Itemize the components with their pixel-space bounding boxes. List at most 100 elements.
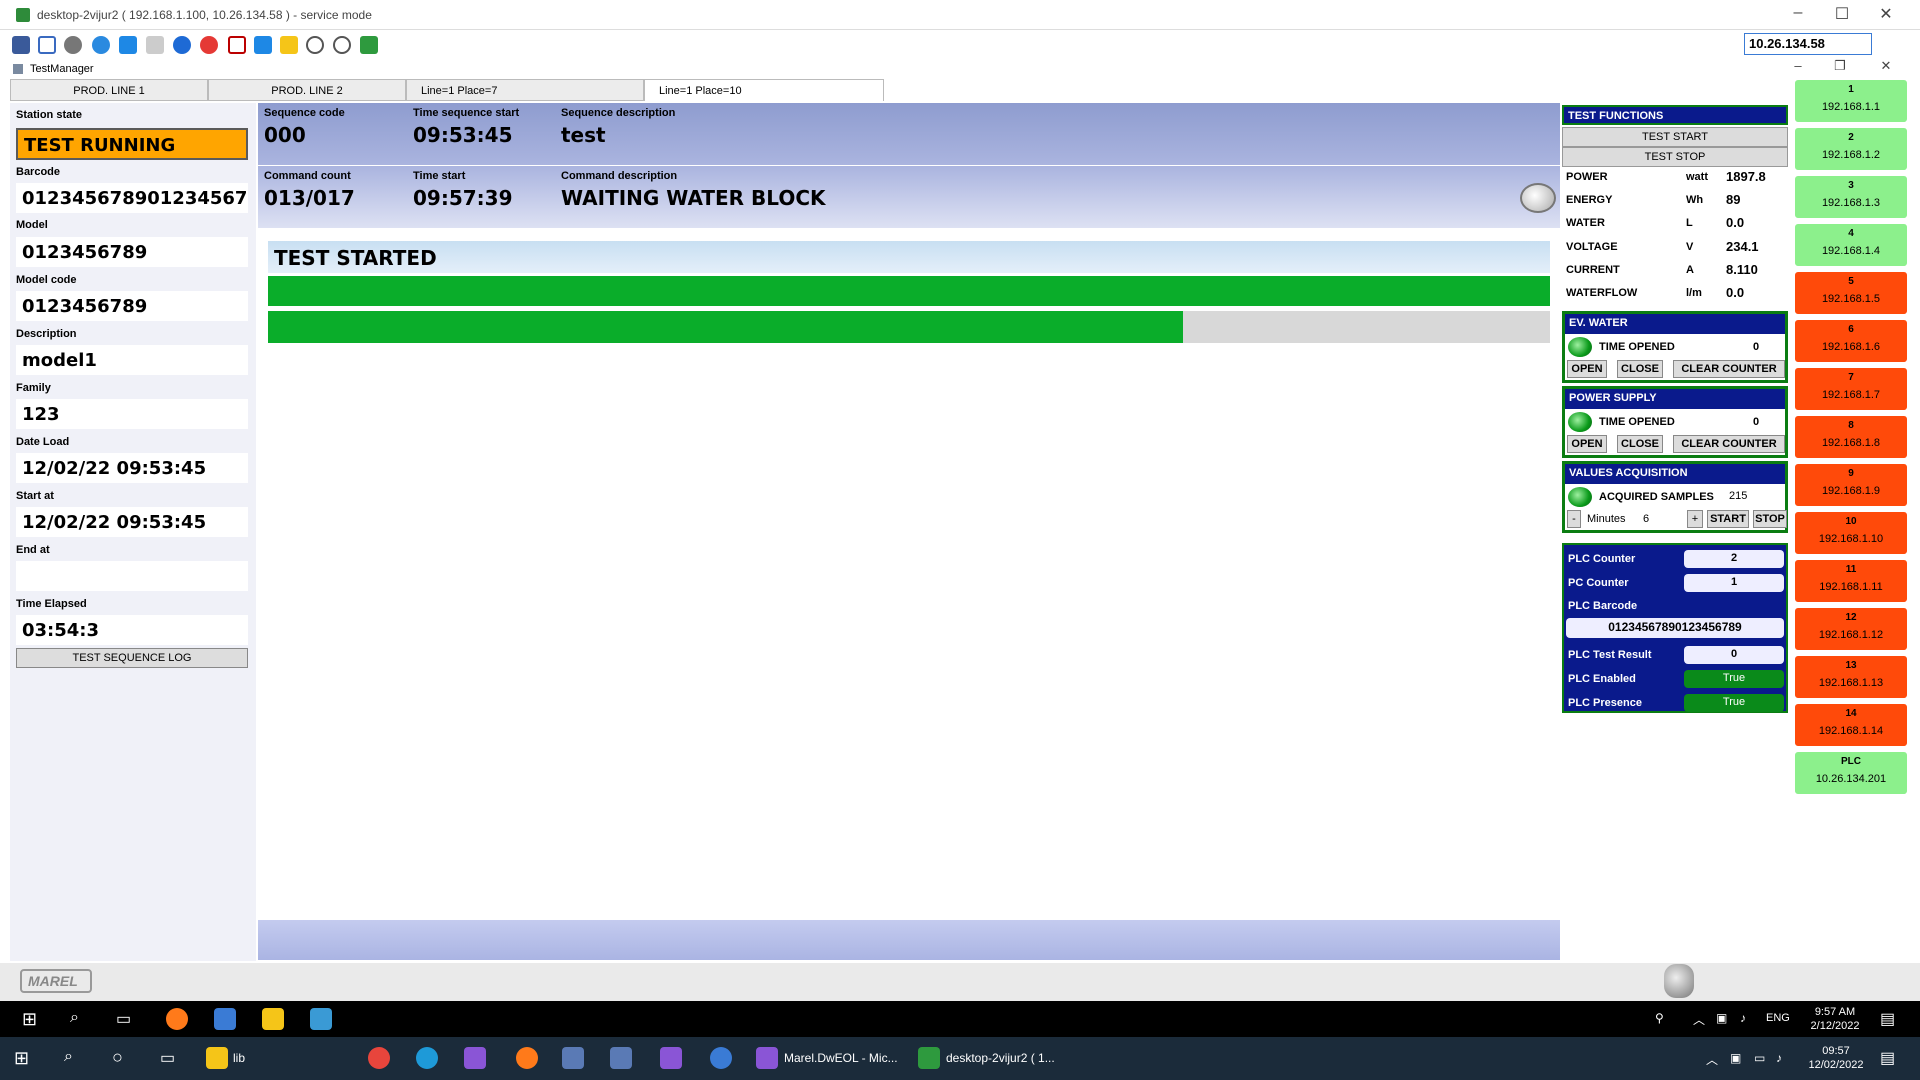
vs-running-icon[interactable] [756, 1047, 778, 1069]
file-explorer-icon[interactable] [262, 1008, 284, 1030]
gear-icon[interactable] [64, 36, 82, 54]
cortana-icon[interactable]: ○ [112, 1047, 123, 1068]
tab-place-10[interactable]: Line=1 Place=10 [644, 79, 884, 101]
measure-power-unit: watt [1686, 171, 1708, 183]
host-task-view-icon[interactable]: ▭ [160, 1048, 175, 1068]
start-icon[interactable]: ⊞ [22, 1009, 37, 1030]
host-folder-label[interactable]: lib [233, 1051, 245, 1065]
host-search-icon[interactable]: ⌕ [64, 1048, 73, 1066]
network-tool-2-icon[interactable] [610, 1047, 632, 1069]
refresh-icon[interactable] [92, 36, 110, 54]
visual-studio-icon[interactable] [464, 1047, 486, 1069]
power-supply-open-button[interactable]: OPEN [1567, 435, 1607, 453]
test-sequence-log-button[interactable]: TEST SEQUENCE LOG [16, 648, 248, 668]
notifications-icon[interactable]: ▤ [1880, 1009, 1895, 1029]
remote-clock[interactable]: 9:57 AM 2/12/2022 [1800, 1005, 1870, 1033]
host-volume-icon[interactable]: ♪ [1776, 1051, 1782, 1065]
target-icon[interactable] [306, 36, 324, 54]
station-tile[interactable]: 7 192.168.1.7 [1795, 368, 1907, 410]
remote-app-icon[interactable] [214, 1008, 236, 1030]
battery-icon[interactable]: ▭ [1754, 1051, 1765, 1065]
minutes-decrement-button[interactable]: - [1567, 510, 1581, 528]
minimize-button[interactable]: – [1778, 4, 1818, 22]
folder-icon[interactable] [280, 36, 298, 54]
stop-icon[interactable] [200, 36, 218, 54]
station-tile[interactable]: PLC 10.26.134.201 [1795, 752, 1907, 794]
edge-icon[interactable] [416, 1047, 438, 1069]
vs-code-icon[interactable] [660, 1047, 682, 1069]
tab-place-7[interactable]: Line=1 Place=7 [406, 79, 644, 101]
outlook-icon[interactable] [710, 1047, 732, 1069]
language-indicator[interactable]: ENG [1766, 1012, 1790, 1024]
host-start-icon[interactable]: ⊞ [14, 1048, 29, 1069]
ev-water-close-button[interactable]: CLOSE [1617, 360, 1663, 378]
fullscreen-icon[interactable] [38, 36, 56, 54]
network-tool-icon[interactable] [562, 1047, 584, 1069]
station-tile[interactable]: 12 192.168.1.12 [1795, 608, 1907, 650]
search-icon[interactable]: ⌕ [70, 1009, 79, 1027]
host-firefox-icon[interactable] [516, 1047, 538, 1069]
station-tile[interactable]: 6 192.168.1.6 [1795, 320, 1907, 362]
vs-running-label[interactable]: Marel.DwEOL - Mic... [784, 1051, 898, 1065]
station-tile[interactable]: 8 192.168.1.8 [1795, 416, 1907, 458]
host-notifications-icon[interactable]: ▤ [1880, 1048, 1895, 1068]
test-stop-button[interactable]: TEST STOP [1562, 147, 1788, 167]
station-state-value: TEST RUNNING [16, 128, 248, 160]
test-start-button[interactable]: TEST START [1562, 127, 1788, 147]
close-button[interactable]: ✕ [1866, 4, 1906, 24]
tab-prod-line-1[interactable]: PROD. LINE 1 [10, 79, 208, 101]
host-folder-icon[interactable] [206, 1047, 228, 1069]
tab-prod-line-2[interactable]: PROD. LINE 2 [208, 79, 406, 101]
chat-icon[interactable] [360, 36, 378, 54]
ev-water-clear-counter-button[interactable]: CLEAR COUNTER [1673, 360, 1785, 378]
station-tile[interactable]: 3 192.168.1.3 [1795, 176, 1907, 218]
volume-icon[interactable]: ♪ [1740, 1011, 1746, 1025]
ev-water-open-button[interactable]: OPEN [1567, 360, 1607, 378]
monitor-icon[interactable] [254, 36, 272, 54]
station-tile[interactable]: 14 192.168.1.14 [1795, 704, 1907, 746]
maximize-button[interactable]: ☐ [1822, 4, 1862, 24]
connect-icon[interactable] [12, 36, 30, 54]
minutes-increment-button[interactable]: + [1687, 510, 1703, 528]
station-tile[interactable]: 1 192.168.1.1 [1795, 80, 1907, 122]
station-tile[interactable]: 5 192.168.1.5 [1795, 272, 1907, 314]
acquisition-start-button[interactable]: START [1707, 510, 1749, 528]
station-tile[interactable]: 2 192.168.1.2 [1795, 128, 1907, 170]
station-tile[interactable]: 10 192.168.1.10 [1795, 512, 1907, 554]
power-supply-close-button[interactable]: CLOSE [1617, 435, 1663, 453]
app-window-icon[interactable] [310, 1008, 332, 1030]
inner-minimize-button[interactable]: – [1778, 58, 1818, 73]
record-icon[interactable] [228, 36, 246, 54]
people-icon[interactable]: ⚲ [1655, 1011, 1664, 1025]
windows-icon[interactable] [119, 36, 137, 54]
host-network-icon[interactable]: ▣ [1730, 1051, 1741, 1065]
host-taskbar: ⊞ ⌕ ○ ▭ lib Marel.DwEOL - Mic... desktop… [0, 1037, 1920, 1080]
station-tile[interactable]: 13 192.168.1.13 [1795, 656, 1907, 698]
host-clock[interactable]: 09:57 12/02/2022 [1796, 1044, 1876, 1072]
plc-barcode-value: 0123456789012345678​9 [1566, 618, 1784, 638]
info-icon[interactable] [173, 36, 191, 54]
ip-field[interactable]: 10.26.134.58 [1744, 33, 1872, 55]
station-tile[interactable]: 11 192.168.1.11 [1795, 560, 1907, 602]
barcode-value: 0123456789012345678 [16, 183, 248, 213]
station-tile[interactable]: 9 192.168.1.9 [1795, 464, 1907, 506]
model-code-value: 0123456789 [16, 291, 248, 321]
chrome-icon[interactable] [368, 1047, 390, 1069]
tray-up-icon[interactable]: ︿ [1693, 1011, 1705, 1028]
target-settings-icon[interactable] [333, 36, 351, 54]
inner-close-button[interactable]: ✕ [1866, 58, 1906, 74]
terminal-icon[interactable] [146, 36, 164, 54]
minutes-value[interactable]: 6 [1643, 513, 1649, 525]
power-supply-clear-counter-button[interactable]: CLEAR COUNTER [1673, 435, 1785, 453]
network-icon[interactable]: ▣ [1716, 1011, 1727, 1025]
toggle-switch[interactable] [1520, 183, 1556, 213]
task-view-icon[interactable]: ▭ [116, 1009, 131, 1029]
station-tile[interactable]: 4 192.168.1.4 [1795, 224, 1907, 266]
robot-icon[interactable] [1664, 964, 1694, 998]
remote-running-icon[interactable] [918, 1047, 940, 1069]
remote-running-label[interactable]: desktop-2vijur2 ( 1... [946, 1051, 1055, 1065]
acquisition-stop-button[interactable]: STOP [1753, 510, 1787, 528]
firefox-icon[interactable] [166, 1008, 188, 1030]
host-tray-up-icon[interactable]: ︿ [1706, 1051, 1718, 1068]
inner-restore-button[interactable]: ❐ [1820, 58, 1860, 74]
